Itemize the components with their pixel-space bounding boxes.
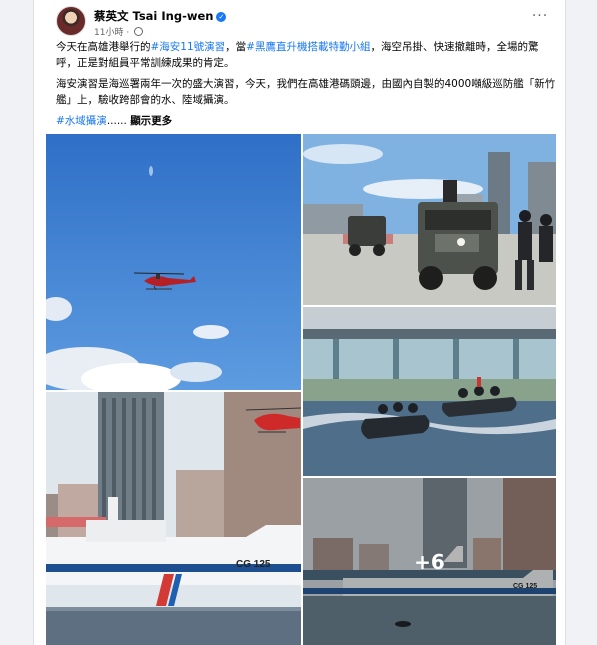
armored-vehicles-image [303,134,556,305]
see-more-link[interactable]: 顯示更多 [130,115,172,127]
post-meta: 11小時 · [94,25,144,38]
photo-rubber-boats[interactable] [303,307,556,476]
photo-grid: CG 125 CG 125 +6 [46,134,556,645]
photo-armored-vehicles[interactable] [303,134,556,305]
helicopter-sky-image [46,134,301,390]
author-avatar[interactable] [56,6,86,36]
ship-hull-number: CG 125 [236,559,271,570]
photo-helicopter-sky[interactable] [46,134,301,390]
text-segment: ，當 [225,41,247,53]
more-dots-icon[interactable]: ··· [528,9,552,28]
coast-guard-ship-image: CG 125 [46,392,301,645]
more-photos-overlay[interactable]: +6 [303,478,556,645]
rubber-boats-image [303,307,556,476]
post-paragraph-2: 海安演習是海巡署兩年一次的盛大演習，今天，我們在高雄港碼頭邊，由國內自製的400… [56,78,556,106]
post-text: 今天在高雄港舉行的#海安11號演習，當#黑鷹直升機搭載特勤小組，海空吊掛、快速撤… [56,40,556,136]
post-paragraph-3: #水域攝演...... 顯示更多 [56,114,556,130]
hashtag-link[interactable]: #水域攝演 [56,115,107,127]
author-row: 蔡英文 Tsai Ing-wen ✓ [94,8,227,24]
photo-coast-guard-ship[interactable]: CG 125 [46,392,301,645]
post-header: 蔡英文 Tsai Ing-wen ✓ 11小時 · ··· [56,6,556,40]
hashtag-link[interactable]: #海安11號演習 [151,41,226,53]
post-paragraph-1: 今天在高雄港舉行的#海安11號演習，當#黑鷹直升機搭載特勤小組，海空吊掛、快速撤… [56,40,556,71]
more-photos-count: +6 [414,550,445,574]
globe-icon [134,27,144,36]
ellipsis: ...... [106,115,127,127]
text-segment: 今天在高雄港舉行的 [56,41,151,53]
post-timestamp[interactable]: 11小時 [94,28,123,38]
verified-badge-icon: ✓ [216,12,227,22]
author-name[interactable]: 蔡英文 Tsai Ing-wen [94,9,213,23]
facebook-post: 蔡英文 Tsai Ing-wen ✓ 11小時 · ··· 今天在高雄港舉行的#海… [33,0,566,645]
hashtag-link[interactable]: #黑鷹直升機搭載特勤小組 [246,41,370,53]
photo-harbor-more[interactable]: CG 125 +6 [303,478,556,645]
